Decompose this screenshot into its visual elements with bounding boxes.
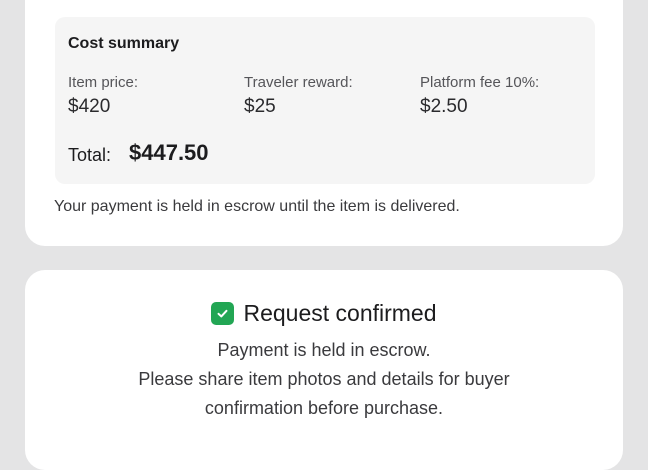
item-price-label: Item price:: [68, 74, 139, 91]
check-icon: [211, 302, 235, 325]
traveler-reward-label: Traveler reward:: [244, 74, 353, 91]
cost-summary-panel: Cost summary Item price: $420 Traveler r…: [55, 17, 595, 184]
confirmation-card: Request confirmed Payment is held in esc…: [25, 270, 623, 470]
item-price-value: $420: [68, 96, 111, 117]
total-label: Total:: [68, 145, 112, 165]
cost-summary-title: Cost summary: [68, 35, 180, 52]
confirmation-line-1: Payment is held in escrow.: [217, 340, 431, 360]
escrow-note: Your payment is held in escrow until the…: [54, 198, 460, 215]
traveler-reward-value: $25: [244, 96, 276, 117]
platform-fee-value: $2.50: [420, 96, 468, 117]
confirmation-line-2: Please share item photos and details for…: [138, 369, 510, 389]
confirmation-line-3: confirmation before purchase.: [204, 398, 444, 418]
confirmation-header: Request confirmed: [25, 300, 623, 327]
platform-fee-group: Platform fee 10%: $2.50: [420, 74, 539, 118]
confirmation-title: Request confirmed: [243, 300, 437, 326]
platform-fee-label: Platform fee 10%:: [420, 74, 540, 91]
total-value: $447.50: [129, 140, 209, 165]
item-price-group: Item price: $420: [68, 74, 138, 118]
traveler-reward-group: Traveler reward: $25: [244, 74, 353, 118]
cost-summary-card: Cost summary Item price: $420 Traveler r…: [25, 0, 623, 246]
